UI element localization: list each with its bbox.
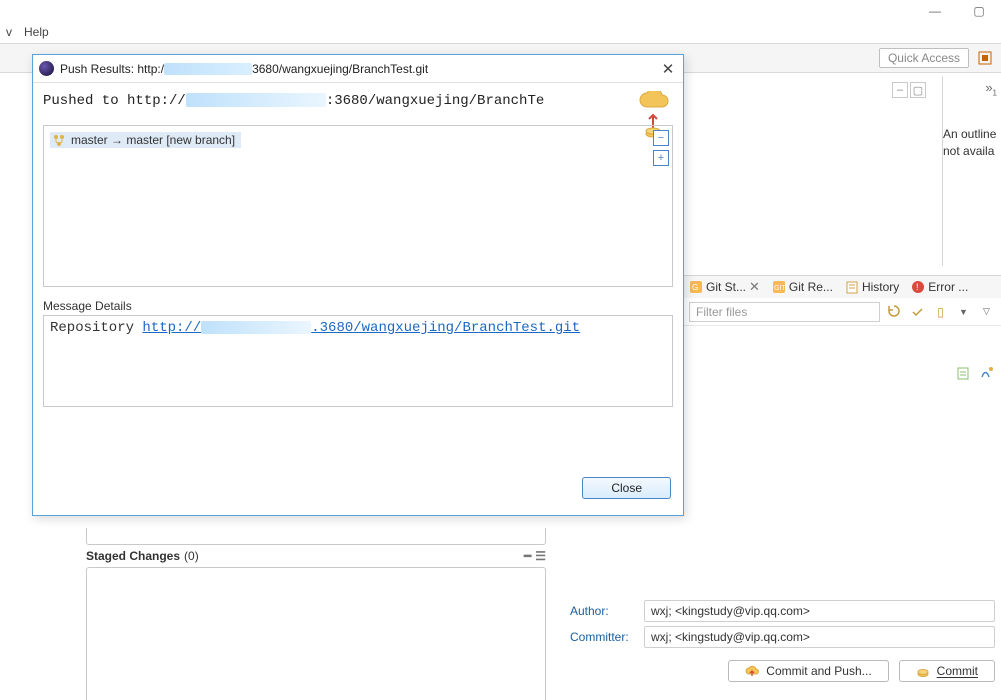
commit-and-push-button[interactable]: Commit and Push... [728, 660, 888, 682]
close-icon[interactable]: ✕ [749, 279, 760, 295]
redacted-host [186, 93, 326, 107]
committer-label: Committer: [570, 630, 638, 644]
staged-changes-section: Staged Changes (0) ━ ☰ [86, 528, 546, 700]
staging-filter-bar: Filter files ▯ ▼ ▽ [683, 298, 1001, 326]
quick-access-field[interactable]: Quick Access [879, 48, 969, 68]
filter-files-input[interactable]: Filter files [689, 302, 880, 322]
main-menu: v Help [0, 21, 55, 43]
author-label: Author: [570, 604, 638, 618]
commit-author-section: Author: wxj; <kingstudy@vip.qq.com> Comm… [570, 598, 995, 682]
editor-controls: – ▢ [892, 82, 926, 98]
dialog-button-bar: Close [33, 461, 683, 515]
outline-expand-chevron[interactable]: »1 [985, 80, 997, 98]
push-branches-list[interactable]: master → master [new branch] − + [43, 125, 673, 287]
outline-empty-message: An outline not availa [943, 126, 999, 160]
unstaged-box-edge [86, 528, 546, 545]
amend-icon[interactable] [955, 364, 972, 381]
view-menu-icon[interactable]: ▽ [978, 303, 995, 320]
details-prefix: Repository [50, 320, 142, 336]
signoff-icon[interactable] [978, 364, 995, 381]
perspective-icon[interactable] [975, 48, 995, 68]
dialog-close-action-button[interactable]: Close [582, 477, 671, 499]
minimize-button[interactable]: — [913, 0, 957, 22]
error-icon: ! [911, 280, 925, 294]
editor-maximize-button[interactable]: ▢ [910, 82, 926, 98]
maximize-button[interactable]: ▢ [957, 0, 1001, 22]
message-details-label: Message Details [43, 299, 673, 313]
git-stage-icon: G [689, 280, 703, 294]
menu-item-v[interactable]: v [0, 25, 18, 39]
branch-result-row[interactable]: master → master [new branch] [50, 132, 241, 148]
redacted-host [164, 63, 252, 75]
redacted-host [201, 321, 311, 334]
author-input[interactable]: wxj; <kingstudy@vip.qq.com> [644, 600, 995, 622]
window-controls: — ▢ [913, 0, 1001, 22]
svg-text:G: G [692, 283, 698, 292]
dialog-header: Pushed to http://:3680/wangxuejing/Branc… [33, 83, 683, 117]
editor-minimize-button[interactable]: – [892, 82, 908, 98]
dialog-close-button[interactable]: ✕ [659, 60, 677, 78]
staged-changes-label: Staged Changes [86, 549, 180, 563]
dialog-titlebar[interactable]: Push Results: http:/3680/wangxuejing/Bra… [33, 55, 683, 83]
unstage-all-icon[interactable]: ☰ [535, 549, 546, 563]
tab-history[interactable]: History [839, 280, 905, 294]
staged-changes-count: (0) [184, 549, 199, 563]
push-summary-text: Pushed to http://:3680/wangxuejing/Branc… [43, 93, 544, 109]
svg-text:GIT: GIT [774, 285, 786, 292]
collapse-all-icon[interactable]: − [653, 130, 669, 146]
svg-text:!: ! [916, 282, 919, 292]
staged-changes-list[interactable] [86, 567, 546, 700]
git-repo-icon: GIT [772, 280, 786, 294]
column-icon[interactable]: ▯ [932, 303, 949, 320]
tab-git-repositories[interactable]: GIT Git Re... [766, 280, 839, 294]
commit-toolbar [683, 364, 995, 384]
tab-error-log[interactable]: ! Error ... [905, 280, 974, 294]
push-results-dialog: Push Results: http:/3680/wangxuejing/Bra… [32, 54, 684, 516]
unstage-icon[interactable]: ━ [524, 549, 531, 563]
tab-git-staging[interactable]: G Git St... ✕ [683, 279, 766, 295]
dialog-title: Push Results: http:/3680/wangxuejing/Bra… [60, 62, 428, 76]
outline-pane: »1 [942, 76, 1001, 266]
committer-input[interactable]: wxj; <kingstudy@vip.qq.com> [644, 626, 995, 648]
history-icon [845, 280, 859, 294]
expand-all-icon[interactable]: + [653, 150, 669, 166]
link-icon[interactable] [909, 303, 926, 320]
eclipse-icon [39, 61, 54, 76]
branch-icon [52, 133, 66, 147]
menu-item-help[interactable]: Help [18, 25, 55, 39]
push-cloud-icon [745, 665, 760, 678]
repository-link[interactable]: http://.3680/wangxuejing/BranchTest.git [142, 320, 580, 336]
message-details-box[interactable]: Repository http://.3680/wangxuejing/Bran… [43, 315, 673, 407]
commit-icon [916, 665, 931, 678]
refresh-icon[interactable] [886, 303, 903, 320]
views-tabstrip: G Git St... ✕ GIT Git Re... History ! Er… [683, 275, 1001, 299]
commit-button[interactable]: Commit [899, 660, 995, 682]
staged-changes-header[interactable]: Staged Changes (0) ━ ☰ [86, 545, 546, 567]
dropdown-icon[interactable]: ▼ [955, 303, 972, 320]
